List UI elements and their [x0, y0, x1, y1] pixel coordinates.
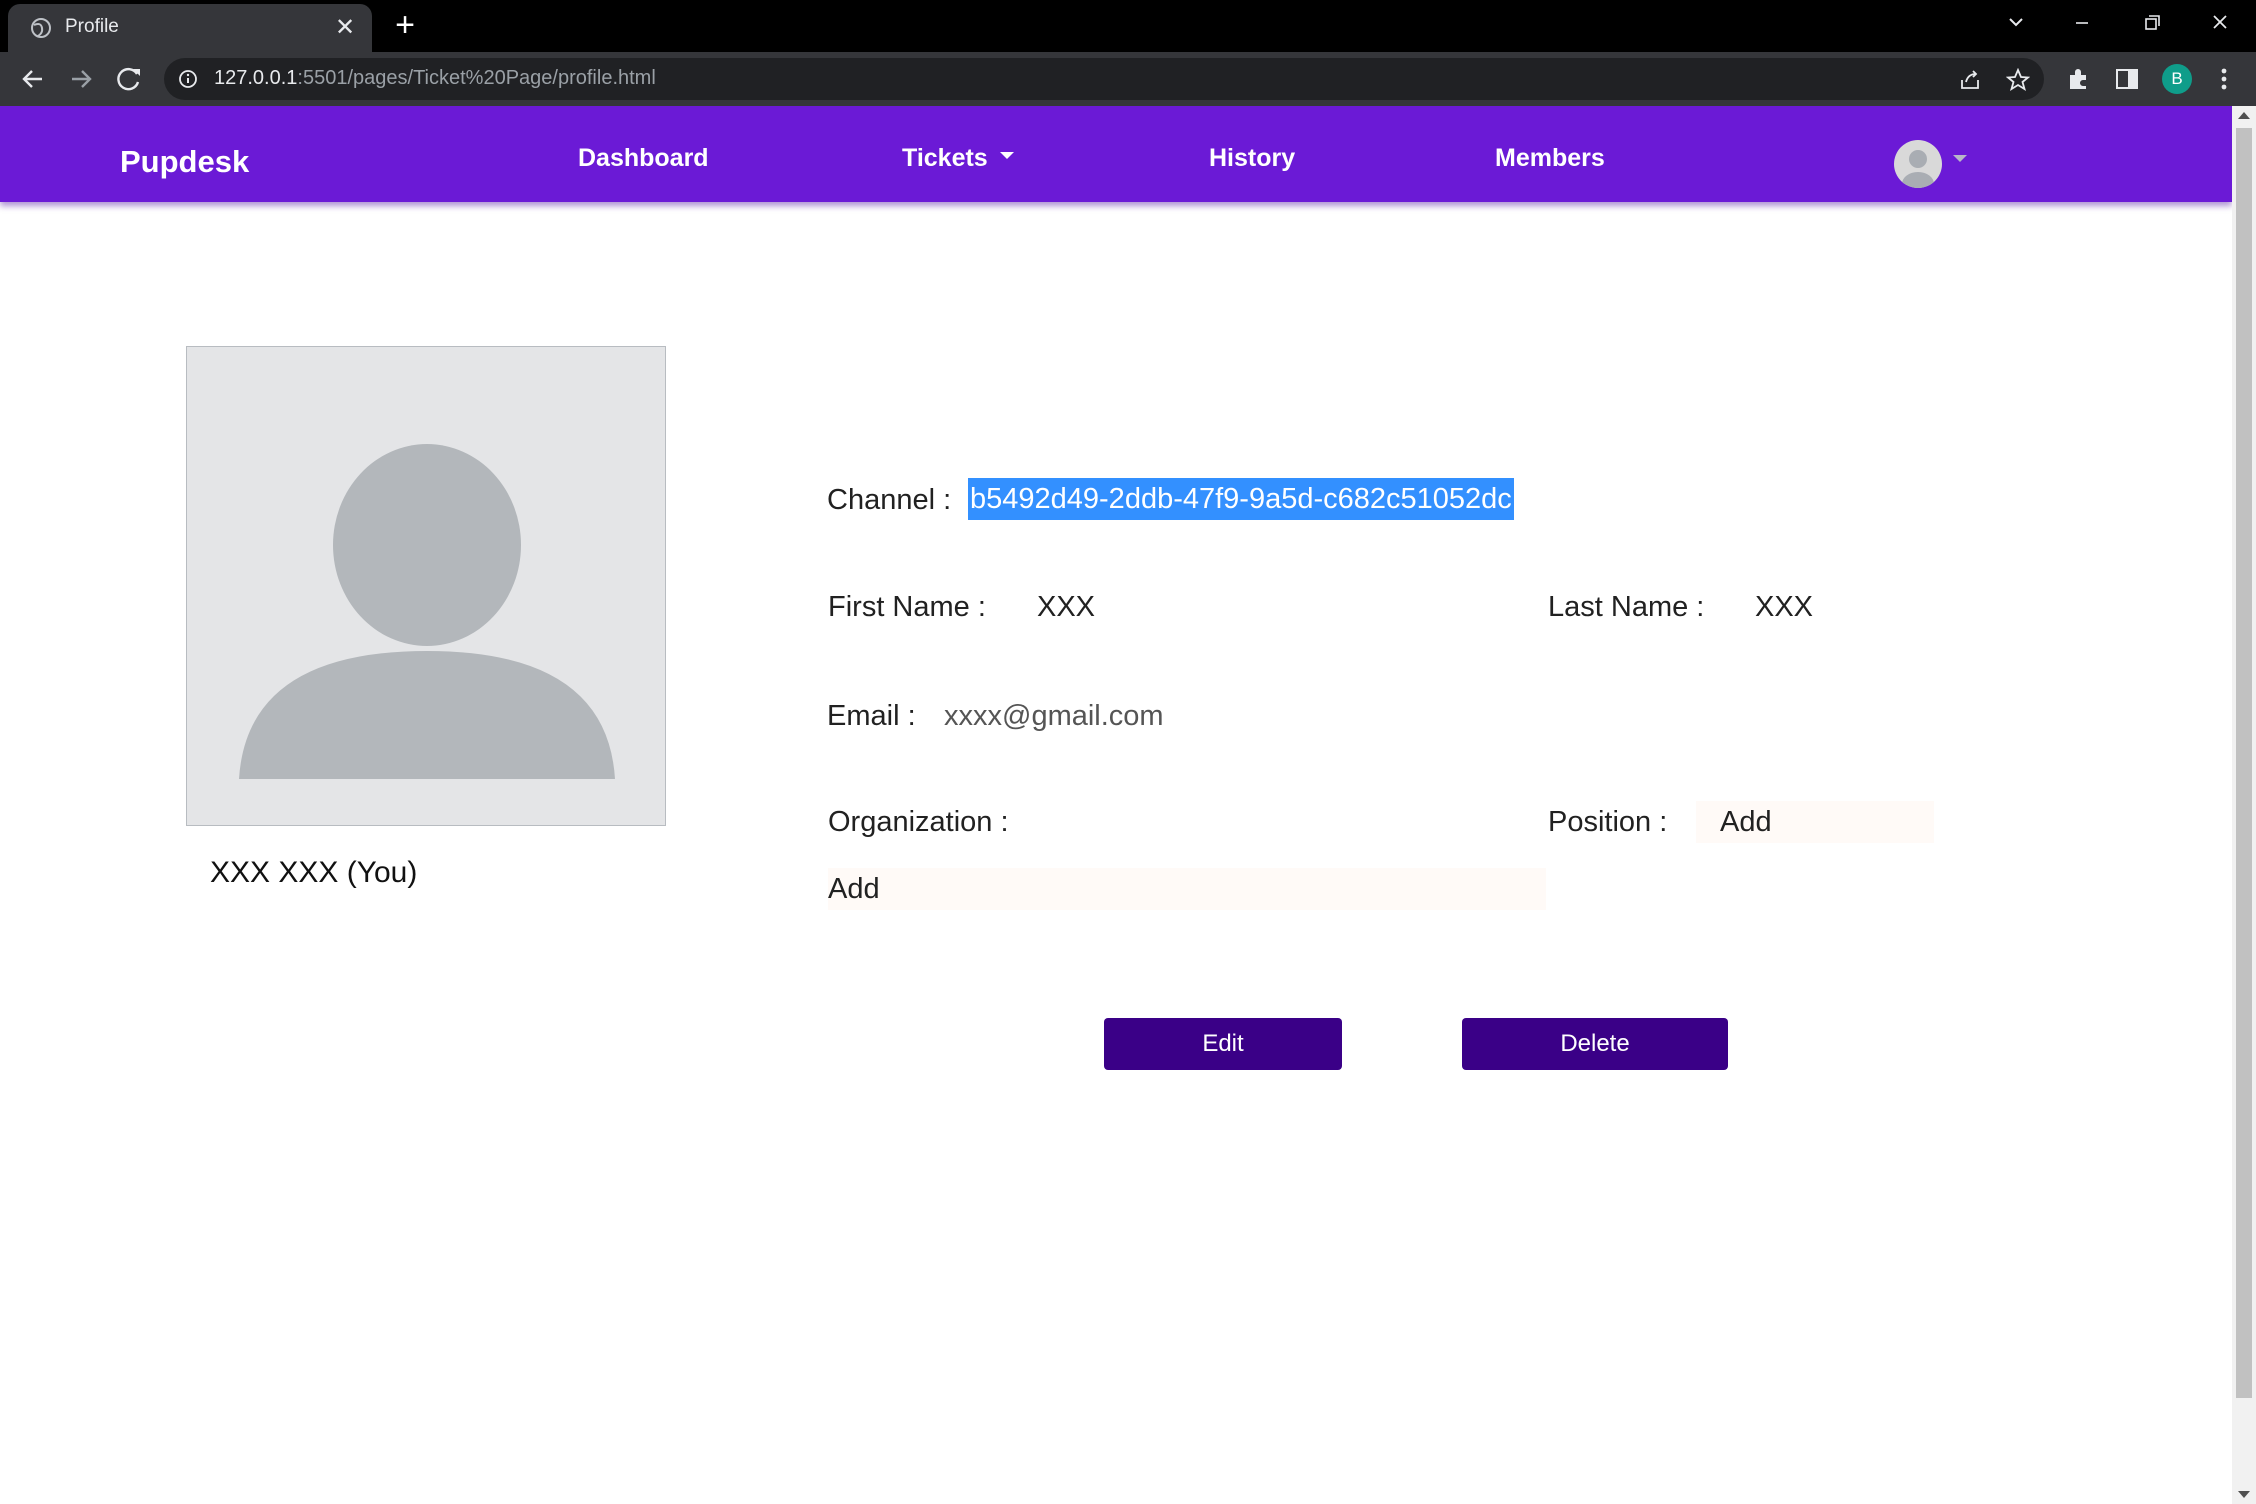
side-panel-icon[interactable]: [2114, 66, 2140, 92]
first-name-value: XXX: [1037, 591, 1096, 623]
more-menu-icon[interactable]: [2214, 64, 2234, 94]
globe-icon: [31, 18, 51, 38]
nav-tickets-label: Tickets: [902, 144, 988, 172]
scroll-up-arrow-icon[interactable]: [2238, 112, 2250, 119]
reload-icon[interactable]: [110, 60, 148, 98]
email-label: Email :: [827, 700, 916, 732]
user-menu-caret-icon[interactable]: [1953, 155, 1967, 162]
browser-tab[interactable]: Profile ✕: [8, 4, 372, 52]
extensions-puzzle-icon[interactable]: [2066, 66, 2092, 92]
profile-photo: [186, 346, 666, 826]
address-bar[interactable]: 127.0.0.1:5501/pages/Ticket%20Page/profi…: [164, 58, 2044, 100]
delete-button[interactable]: Delete: [1462, 1018, 1728, 1070]
site-info-icon[interactable]: [178, 69, 198, 89]
nav-dashboard[interactable]: Dashboard: [578, 144, 709, 173]
minimize-icon[interactable]: [2052, 6, 2112, 40]
position-label: Position :: [1548, 806, 1668, 838]
nav-history[interactable]: History: [1209, 144, 1295, 173]
profile-display-name: XXX XXX (You): [210, 856, 418, 889]
new-tab-button[interactable]: +: [388, 8, 422, 44]
channel-value[interactable]: b5492d49-2ddb-47f9-9a5d-c682c51052dc: [968, 478, 1514, 520]
email-value: xxxx@gmail.com: [944, 700, 1164, 732]
page-viewport: Pupdesk Dashboard Tickets History Member…: [0, 106, 2232, 1504]
first-name-label: First Name :: [828, 591, 986, 623]
forward-arrow-icon[interactable]: [62, 60, 100, 98]
share-icon[interactable]: [1958, 68, 1982, 92]
organization-field[interactable]: Add: [828, 868, 1546, 910]
url-text[interactable]: 127.0.0.1:5501/pages/Ticket%20Page/profi…: [214, 67, 656, 90]
page-scrollbar[interactable]: [2232, 106, 2256, 1504]
last-name-label: Last Name :: [1548, 591, 1705, 623]
browser-toolbar: 127.0.0.1:5501/pages/Ticket%20Page/profi…: [0, 52, 2256, 106]
nav-tickets[interactable]: Tickets: [902, 144, 1014, 173]
url-host: 127.0.0.1: [214, 67, 298, 89]
scroll-down-arrow-icon[interactable]: [2238, 1491, 2250, 1498]
close-window-icon[interactable]: [2190, 6, 2250, 40]
browser-profile-avatar[interactable]: B: [2162, 64, 2192, 94]
person-placeholder-icon: [239, 444, 615, 779]
last-name-value: XXX: [1755, 591, 1814, 623]
restore-icon[interactable]: [2122, 6, 2182, 40]
browser-tab-strip: Profile ✕ +: [0, 0, 2256, 52]
brand-logo[interactable]: Pupdesk: [120, 144, 249, 180]
channel-label: Channel :: [827, 484, 952, 516]
app-navbar: Pupdesk Dashboard Tickets History Member…: [0, 106, 2232, 202]
tab-search-icon[interactable]: [1986, 6, 2046, 40]
edit-button[interactable]: Edit: [1104, 1018, 1342, 1070]
close-tab-icon[interactable]: ✕: [330, 13, 360, 43]
organization-label: Organization :: [828, 806, 1009, 838]
position-value: Add: [1720, 806, 1772, 838]
position-field[interactable]: Add: [1696, 801, 1934, 843]
back-arrow-icon[interactable]: [14, 60, 52, 98]
organization-value: Add: [828, 873, 880, 905]
url-path: :5501/pages/Ticket%20Page/profile.html: [297, 67, 656, 89]
bookmark-star-icon[interactable]: [2006, 68, 2030, 92]
user-avatar-icon[interactable]: [1894, 140, 1942, 188]
dropdown-caret-icon: [999, 151, 1014, 159]
nav-members[interactable]: Members: [1495, 144, 1605, 173]
tab-title: Profile: [65, 16, 119, 37]
scrollbar-thumb[interactable]: [2236, 128, 2252, 1398]
